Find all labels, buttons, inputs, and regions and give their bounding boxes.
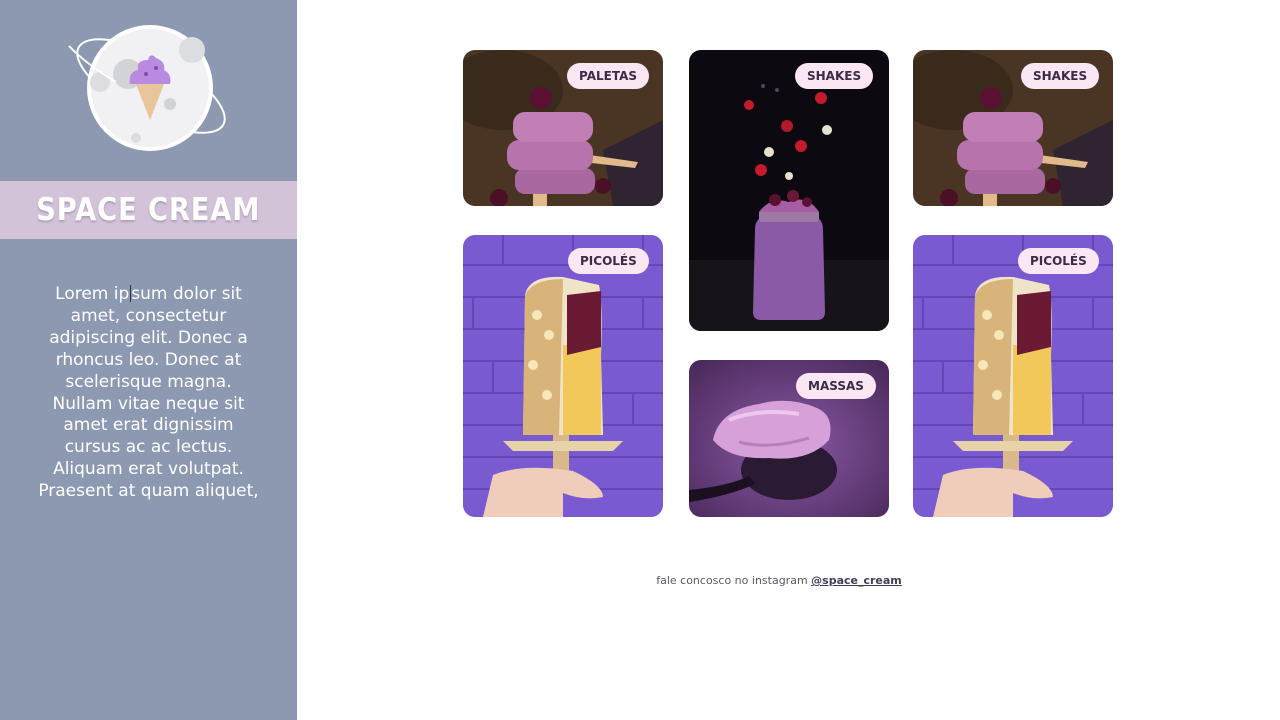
footer-label: fale concosco no instagram	[656, 574, 812, 587]
description-part-2: sum dolor sit amet, consectetur adipisci…	[38, 284, 259, 502]
category-tag: SHAKES	[1021, 63, 1100, 89]
category-tag: SHAKES	[795, 63, 874, 89]
footer-text: fale concosco no instagram @space_cream	[579, 574, 979, 587]
nut-popsicle-photo	[913, 235, 1113, 517]
brand-title: SPACE CREAM	[36, 192, 261, 228]
title-band: SPACE CREAM	[0, 181, 297, 239]
nut-popsicle-photo	[463, 235, 663, 517]
description-part-1: Lorem ip	[55, 284, 130, 304]
category-tag: MASSAS	[796, 373, 876, 399]
gallery-card-shakes[interactable]: SHAKES	[689, 50, 889, 331]
gallery-card-picoles[interactable]: PICOLÉS	[463, 235, 663, 517]
category-tag: PICOLÉS	[568, 248, 649, 274]
sidebar: SPACE CREAM Lorem ip sum dolor sit amet, …	[0, 0, 297, 720]
instagram-link[interactable]: @space_cream	[811, 574, 902, 587]
gallery-card-picoles-2[interactable]: PICOLÉS	[913, 235, 1113, 517]
ice-cream-planet-logo	[68, 25, 226, 151]
gallery-card-paletas[interactable]: PALETAS	[463, 50, 663, 206]
description-text: Lorem ip sum dolor sit amet, consectetur …	[36, 284, 261, 503]
gallery-card-massas[interactable]: MASSAS	[689, 360, 889, 517]
gallery-card-shakes-2[interactable]: SHAKES	[913, 50, 1113, 206]
berry-shake-jar-photo	[689, 50, 889, 331]
category-tag: PALETAS	[567, 63, 650, 89]
category-tag: PICOLÉS	[1018, 248, 1099, 274]
